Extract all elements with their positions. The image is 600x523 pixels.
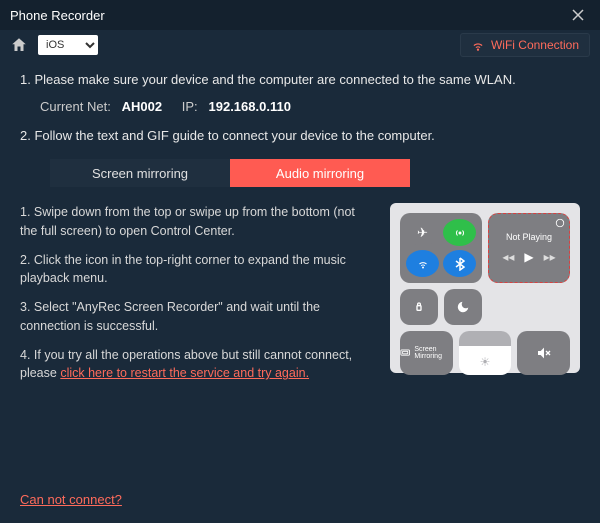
- content: 1. Please make sure your device and the …: [0, 60, 600, 401]
- cc-not-playing-label: Not Playing: [506, 232, 552, 242]
- cellular-icon: [443, 219, 476, 246]
- airplane-icon: ✈: [406, 219, 439, 246]
- bluetooth-icon: [443, 250, 476, 277]
- current-net-label: Current Net:: [40, 99, 111, 114]
- guide-step-1: 1. Swipe down from the top or swipe up f…: [20, 203, 370, 241]
- ip-value: 192.168.0.110: [209, 99, 291, 114]
- footer: Can not connect?: [20, 491, 122, 509]
- next-track-icon: ▸▸: [544, 250, 556, 264]
- guide-step-3: 3. Select "AnyRec Screen Recorder" and w…: [20, 298, 370, 336]
- platform-select[interactable]: iOS: [38, 35, 98, 55]
- control-center-preview: ✈ Not Playing ◂◂ ▶ ▸▸: [390, 203, 580, 373]
- current-net-value: AH002: [122, 99, 162, 114]
- cc-spacer: [488, 289, 570, 325]
- orientation-lock-icon: [400, 289, 438, 325]
- wifi-label: WiFi Connection: [491, 38, 579, 52]
- wifi-toggle-icon: [406, 250, 439, 277]
- restart-service-link[interactable]: click here to restart the service and tr…: [60, 366, 309, 380]
- network-info: Current Net: AH002 IP: 192.168.0.110: [40, 99, 580, 114]
- close-icon: [572, 9, 584, 21]
- cannot-connect-link[interactable]: Can not connect?: [20, 492, 122, 507]
- tab-screen-mirroring[interactable]: Screen mirroring: [50, 159, 230, 187]
- tab-audio-mirroring[interactable]: Audio mirroring: [230, 159, 410, 187]
- ip-label: IP:: [182, 99, 198, 114]
- play-icon: ▶: [524, 250, 533, 264]
- cc-volume-tile: [517, 331, 570, 375]
- volume-mute-icon: [536, 345, 552, 361]
- window-title: Phone Recorder: [10, 8, 105, 23]
- do-not-disturb-icon: [444, 289, 482, 325]
- cc-connectivity-tile: ✈: [400, 213, 482, 283]
- cc-music-tile: Not Playing ◂◂ ▶ ▸▸: [488, 213, 570, 283]
- wifi-icon: [471, 38, 485, 52]
- guide-step-4: 4. If you try all the operations above b…: [20, 346, 370, 384]
- guide-step-2: 2. Click the icon in the top-right corne…: [20, 251, 370, 289]
- cc-brightness-slider: ☀: [459, 331, 512, 375]
- home-icon[interactable]: [10, 36, 28, 54]
- step-2: 2. Follow the text and GIF guide to conn…: [20, 128, 580, 143]
- airplay-badge-icon: [555, 218, 565, 228]
- prev-track-icon: ◂◂: [502, 250, 514, 264]
- cc-screen-mirroring-tile: Screen Mirroring: [400, 331, 453, 375]
- mirroring-tabs: Screen mirroring Audio mirroring: [50, 159, 580, 187]
- screen-mirroring-icon: [400, 348, 410, 358]
- cc-music-controls: ◂◂ ▶ ▸▸: [502, 250, 555, 264]
- brightness-icon: ☀: [480, 355, 491, 369]
- cc-row2-left: [400, 289, 482, 325]
- titlebar: Phone Recorder: [0, 0, 600, 30]
- close-button[interactable]: [566, 3, 590, 27]
- toolbar: iOS WiFi Connection: [0, 30, 600, 60]
- wifi-connection-button[interactable]: WiFi Connection: [460, 33, 590, 57]
- guide-text: 1. Swipe down from the top or swipe up f…: [20, 203, 370, 393]
- step-1: 1. Please make sure your device and the …: [20, 72, 580, 87]
